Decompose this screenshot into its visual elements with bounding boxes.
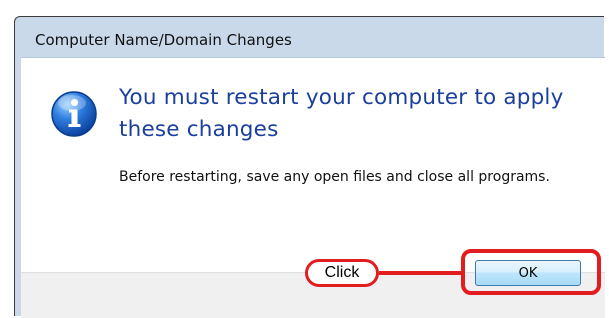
dialog-content: You must restart your computer to apply … xyxy=(21,57,605,272)
ok-button[interactable]: OK xyxy=(475,260,581,286)
callout-connector xyxy=(379,271,461,275)
click-callout: Click xyxy=(305,259,379,287)
main-instruction: You must restart your computer to apply … xyxy=(119,85,564,142)
detail-message: Before restarting, save any open files a… xyxy=(119,169,550,185)
title-bar: Computer Name/Domain Changes xyxy=(15,17,605,57)
info-icon xyxy=(51,91,97,137)
dialog-title: Computer Name/Domain Changes xyxy=(35,31,292,49)
